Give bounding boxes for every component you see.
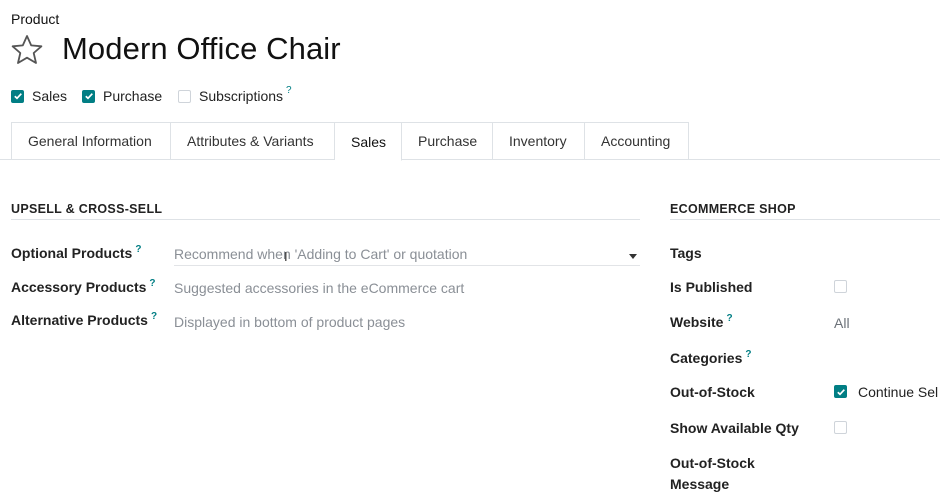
out-of-stock-message-label-line1: Out-of-Stock [670, 455, 755, 471]
tab-general-information[interactable]: General Information [11, 122, 171, 160]
tab-label: Accounting [601, 133, 671, 149]
categories-label-text: Categories [670, 350, 743, 366]
alternative-products-label: Alternative Products? [11, 311, 157, 328]
optional-products-underline [174, 265, 640, 266]
categories-help-icon[interactable]: ? [745, 349, 751, 360]
subscriptions-checkbox-row[interactable]: Subscriptions ? [178, 85, 292, 106]
subscriptions-checkbox[interactable] [178, 89, 191, 103]
tab-sales[interactable]: Sales [335, 122, 402, 161]
alternative-products-label-text: Alternative Products [11, 312, 148, 328]
tab-accounting[interactable]: Accounting [585, 122, 689, 160]
ecommerce-section-divider [670, 219, 940, 220]
out-of-stock-checkbox[interactable] [834, 385, 847, 398]
breadcrumb[interactable]: Product [11, 11, 59, 27]
product-name-field[interactable]: Modern Office Chair [62, 31, 341, 67]
tab-purchase[interactable]: Purchase [402, 122, 493, 160]
tab-attributes-variants[interactable]: Attributes & Variants [171, 122, 335, 160]
optional-products-label-text: Optional Products [11, 245, 133, 261]
optional-products-help-icon[interactable]: ? [135, 244, 141, 255]
is-published-checkbox[interactable] [834, 280, 847, 293]
upsell-section-divider [11, 219, 640, 220]
tab-label: Attributes & Variants [187, 133, 314, 149]
star-icon[interactable] [10, 33, 44, 67]
show-available-qty-label: Show Available Qty [670, 420, 799, 436]
continue-selling-label: Continue Sel [858, 384, 939, 400]
dropdown-caret-icon[interactable] [629, 254, 637, 259]
out-of-stock-label: Out-of-Stock [670, 384, 755, 400]
website-label-text: Website [670, 314, 724, 330]
website-help-icon[interactable]: ? [726, 313, 732, 324]
optional-products-input[interactable]: Recommend when 'Adding to Cart' or quota… [174, 246, 467, 262]
accessory-products-label: Accessory Products? [11, 278, 156, 295]
accessory-products-label-text: Accessory Products [11, 279, 147, 295]
website-label: Website? [670, 313, 733, 330]
optional-products-label: Optional Products? [11, 244, 141, 261]
upsell-section-title: UPSELL & CROSS-SELL [11, 202, 163, 216]
out-of-stock-message-label-line2: Message [670, 476, 730, 492]
alternative-products-help-icon[interactable]: ? [151, 311, 157, 322]
tab-label: Inventory [509, 133, 567, 149]
alternative-products-input[interactable]: Displayed in bottom of product pages [174, 314, 405, 330]
tags-label: Tags [670, 245, 702, 261]
tab-label: Purchase [418, 133, 478, 149]
text-cursor-icon: I [284, 249, 288, 264]
show-available-qty-checkbox[interactable] [834, 421, 847, 434]
tab-label: Sales [351, 133, 387, 150]
sales-checkbox[interactable] [11, 89, 24, 103]
is-published-label: Is Published [670, 279, 753, 295]
accessory-products-input[interactable]: Suggested accessories in the eCommerce c… [174, 280, 464, 296]
categories-label: Categories? [670, 349, 751, 366]
purchase-checkbox-row[interactable]: Purchase [82, 86, 162, 106]
accessory-products-help-icon[interactable]: ? [149, 278, 155, 289]
form-tabs: General Information Attributes & Variant… [11, 122, 689, 161]
tab-label: General Information [28, 133, 152, 149]
sales-checkbox-label: Sales [32, 88, 68, 104]
subscriptions-checkbox-label: Subscriptions [199, 88, 284, 104]
website-select[interactable]: All [834, 315, 850, 331]
purchase-checkbox-label: Purchase [103, 88, 163, 104]
tab-inventory[interactable]: Inventory [493, 122, 585, 160]
purchase-checkbox[interactable] [82, 89, 95, 103]
sales-checkbox-row[interactable]: Sales [11, 86, 67, 106]
subscriptions-help-icon[interactable]: ? [286, 85, 292, 96]
ecommerce-section-title: ECOMMERCE SHOP [670, 202, 796, 216]
